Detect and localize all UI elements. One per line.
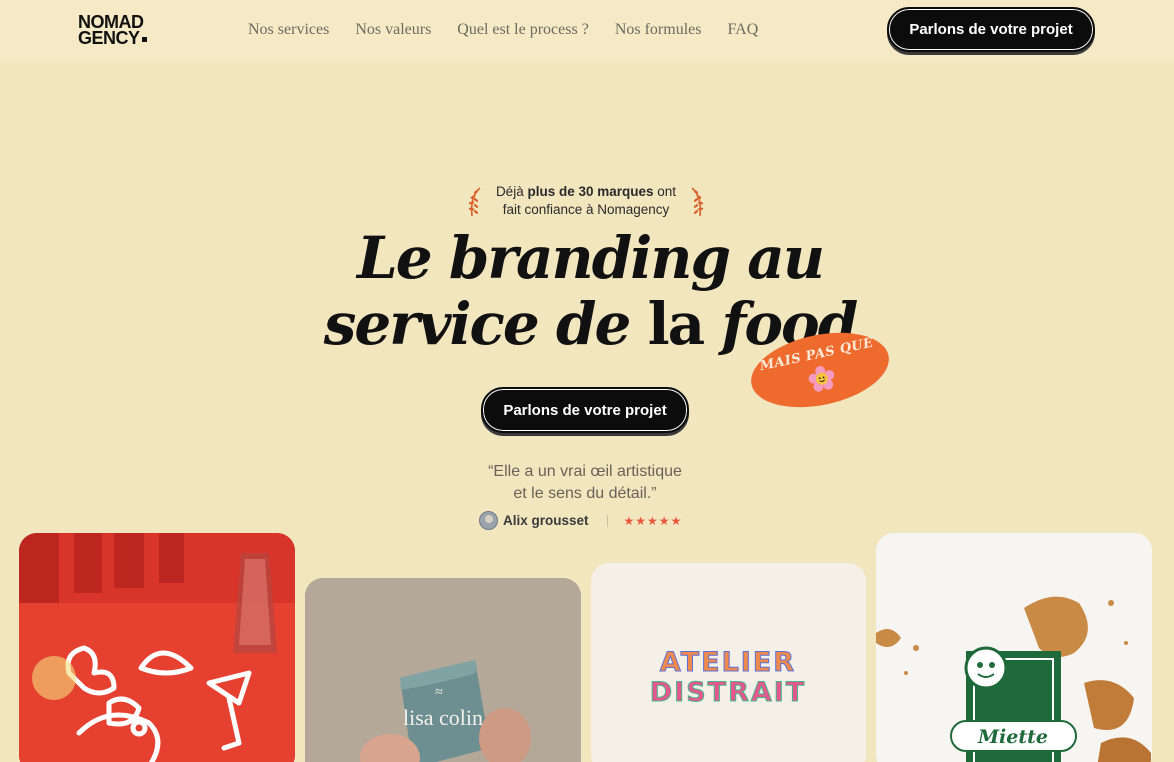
testimonial-quote: “Elle a un vrai œil artistique et le sen… xyxy=(488,463,682,502)
main-nav: Nos services Nos valeurs Quel est le pro… xyxy=(248,21,784,39)
trust-badge: Déjà plus de 30 marques ont fait confian… xyxy=(495,184,677,217)
lisa-colin-wordmark: lisa colin xyxy=(403,705,483,730)
nav-nos-formules[interactable]: Nos formules xyxy=(615,21,702,39)
header-contact-button[interactable]: Parlons de votre projet xyxy=(887,7,1095,52)
portfolio-card-atelier-distrait[interactable]: ATELIER DISTRAIT xyxy=(591,563,866,762)
svg-text:≈: ≈ xyxy=(435,685,443,700)
rating-stars-icon: ★★★★★ xyxy=(623,513,683,528)
nav-nos-services[interactable]: Nos services xyxy=(248,21,329,39)
avatar xyxy=(479,511,498,530)
site-header: NOMAD GENCY Nos services Nos valeurs Que… xyxy=(0,0,1174,62)
miette-wordmark: Miette xyxy=(977,726,1048,748)
nomadgency-logo[interactable]: NOMAD GENCY xyxy=(78,13,147,47)
atelier-wordmark: ATELIER xyxy=(660,647,796,678)
distrait-wordmark: DISTRAIT xyxy=(650,677,806,708)
hero-title: Le branding au service de la food xyxy=(323,224,859,358)
portfolio-card-miette[interactable]: Miette xyxy=(876,533,1152,762)
nav-nos-valeurs[interactable]: Nos valeurs xyxy=(355,21,431,39)
hero-contact-button[interactable]: Parlons de votre projet xyxy=(481,387,689,433)
portfolio-card-lisa-colin[interactable]: lisa colin ≈ xyxy=(305,578,581,762)
testimonial-author: Alix grousset ★★★★★ xyxy=(479,511,682,530)
nav-process[interactable]: Quel est le process ? xyxy=(457,21,589,39)
nav-faq[interactable]: FAQ xyxy=(727,21,758,39)
portfolio-card-illustration[interactable] xyxy=(19,533,295,762)
